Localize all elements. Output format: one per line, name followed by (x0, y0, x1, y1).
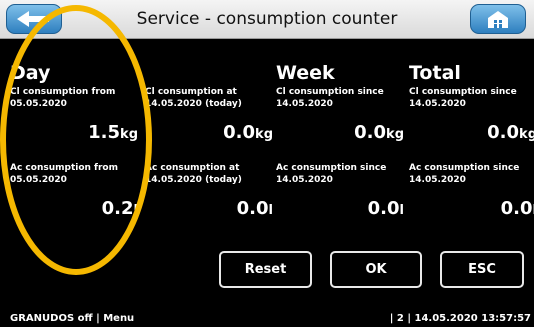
home-button[interactable] (470, 4, 526, 34)
status-bar: GRANUDOS off | Menu | 2 | 14.05.2020 13:… (0, 310, 534, 327)
ac-consumption-value: 0.0l (409, 198, 534, 224)
cl-consumption-value: 0.0kg (409, 122, 534, 148)
value-unit: kg (519, 127, 534, 142)
cl-consumption-value: 0.0kg (276, 122, 404, 148)
cl-consumption-label: Cl consumption since 14.05.2020 (276, 87, 384, 109)
home-icon (488, 11, 508, 28)
ac-consumption-label: Ac consumption since 14.05.2020 (276, 163, 387, 185)
value-number: 0.0 (487, 122, 520, 143)
value-unit: kg (120, 127, 138, 142)
column-heading: Day (10, 62, 51, 84)
column-heading: Week (276, 62, 335, 84)
reset-button[interactable]: Reset (219, 251, 312, 288)
column-heading (145, 60, 273, 86)
cl-consumption-value: 0.0kg (145, 122, 273, 148)
esc-button[interactable]: ESC (440, 251, 524, 288)
ac-consumption-label: Ac consumption at 14.05.2020 (today) (145, 163, 242, 185)
value-number: 0.0 (236, 198, 269, 219)
cl-consumption-value: 1.5kg (10, 122, 138, 148)
week-column: Week Cl consumption since 14.05.2020 0.0… (276, 60, 404, 219)
value-unit: l (268, 203, 273, 218)
value-number: 0.0 (223, 122, 256, 143)
title-bar: Service - consumption counter (0, 0, 534, 39)
value-unit: l (133, 203, 138, 218)
status-right: | 2 | 14.05.2020 13:57:57 (389, 313, 531, 324)
value-number: 0.0 (354, 122, 387, 143)
total-column: Total Cl consumption since 14.05.2020 0.… (409, 60, 534, 219)
value-number: 0.0 (500, 198, 533, 219)
page-title: Service - consumption counter (136, 9, 398, 29)
today-column: Cl consumption at 14.05.2020 (today) 0.0… (145, 60, 273, 219)
value-unit: kg (255, 127, 273, 142)
column-heading: Total (409, 62, 461, 84)
cl-consumption-label: Cl consumption at 14.05.2020 (today) (145, 87, 242, 109)
ac-consumption-label: Ac consumption from 05.05.2020 (10, 163, 118, 185)
ac-consumption-value: 0.0l (145, 198, 273, 224)
cl-consumption-label: Cl consumption since 14.05.2020 (409, 87, 517, 109)
ac-consumption-value: 0.2l (10, 198, 138, 224)
value-unit: l (399, 203, 404, 218)
ac-consumption-value: 0.0l (276, 198, 404, 224)
cl-consumption-label: Cl consumption from 05.05.2020 (10, 87, 116, 109)
value-number: 0.2 (101, 198, 134, 219)
value-number: 0.0 (367, 198, 400, 219)
status-left[interactable]: GRANUDOS off | Menu (10, 310, 134, 327)
day-column: Day Cl consumption from 05.05.2020 1.5kg… (10, 60, 138, 219)
value-unit: kg (386, 127, 404, 142)
ac-consumption-label: Ac consumption since 14.05.2020 (409, 163, 520, 185)
value-number: 1.5 (88, 122, 121, 143)
ok-button[interactable]: OK (330, 251, 422, 288)
